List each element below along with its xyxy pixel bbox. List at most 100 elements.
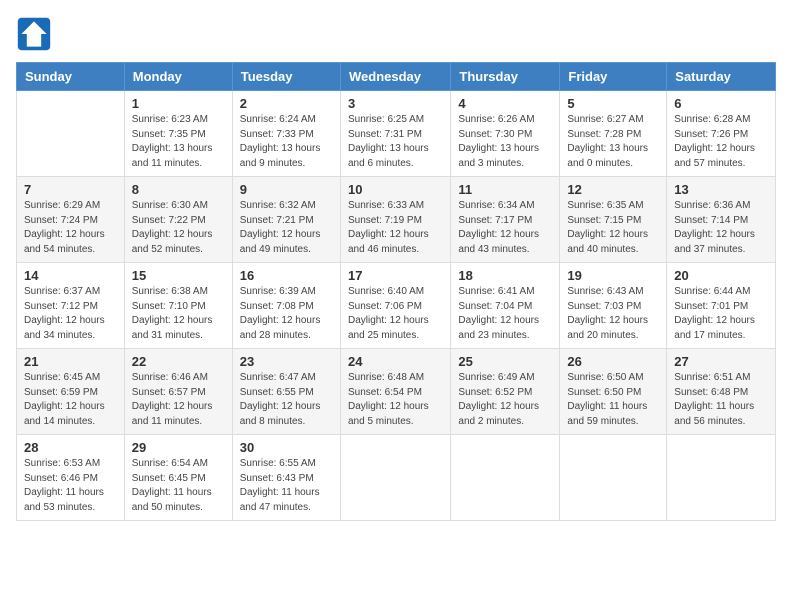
calendar-cell: 10 Sunrise: 6:33 AMSunset: 7:19 PMDayligh… <box>340 177 450 263</box>
calendar-cell: 19 Sunrise: 6:43 AMSunset: 7:03 PMDayligh… <box>560 263 667 349</box>
day-number: 28 <box>24 440 117 455</box>
day-info: Sunrise: 6:50 AMSunset: 6:50 PMDaylight:… <box>567 371 659 429</box>
logo-icon <box>16 16 52 52</box>
calendar-header-saturday: Saturday <box>667 63 776 91</box>
day-info: Sunrise: 6:41 AMSunset: 7:04 PMDaylight:… <box>458 285 552 343</box>
calendar-cell <box>560 435 667 521</box>
day-number: 7 <box>24 182 117 197</box>
day-number: 14 <box>24 268 117 283</box>
calendar-cell <box>667 435 776 521</box>
calendar-cell: 25 Sunrise: 6:49 AMSunset: 6:52 PMDayligh… <box>451 349 560 435</box>
day-info: Sunrise: 6:25 AMSunset: 7:31 PMDaylight:… <box>348 113 443 171</box>
calendar-cell: 22Sunrise: 6:46 AMSunset: 6:57 PMDayligh… <box>124 349 232 435</box>
calendar-cell: 14Sunrise: 6:37 AMSunset: 7:12 PMDayligh… <box>17 263 125 349</box>
day-number: 19 <box>567 268 659 283</box>
calendar-cell: 5 Sunrise: 6:27 AMSunset: 7:28 PMDaylight… <box>560 91 667 177</box>
day-number: 1 <box>132 96 225 111</box>
day-info: Sunrise: 6:55 AMSunset: 6:43 PMDaylight:… <box>240 457 333 515</box>
calendar-cell: 9 Sunrise: 6:32 AMSunset: 7:21 PMDaylight… <box>232 177 340 263</box>
calendar-cell: 20 Sunrise: 6:44 AMSunset: 7:01 PMDayligh… <box>667 263 776 349</box>
calendar-week-row: 28 Sunrise: 6:53 AMSunset: 6:46 PMDayligh… <box>17 435 776 521</box>
calendar-cell: 28 Sunrise: 6:53 AMSunset: 6:46 PMDayligh… <box>17 435 125 521</box>
day-info: Sunrise: 6:30 AMSunset: 7:22 PMDaylight:… <box>132 199 225 257</box>
day-number: 13 <box>674 182 768 197</box>
day-number: 10 <box>348 182 443 197</box>
day-number: 11 <box>458 182 552 197</box>
calendar-week-row: 7Sunrise: 6:29 AMSunset: 7:24 PMDaylight… <box>17 177 776 263</box>
day-info: Sunrise: 6:48 AMSunset: 6:54 PMDaylight:… <box>348 371 443 429</box>
calendar-header-wednesday: Wednesday <box>340 63 450 91</box>
day-info: Sunrise: 6:51 AMSunset: 6:48 PMDaylight:… <box>674 371 768 429</box>
calendar-cell: 30 Sunrise: 6:55 AMSunset: 6:43 PMDayligh… <box>232 435 340 521</box>
day-number: 8 <box>132 182 225 197</box>
calendar-cell: 23 Sunrise: 6:47 AMSunset: 6:55 PMDayligh… <box>232 349 340 435</box>
day-info: Sunrise: 6:44 AMSunset: 7:01 PMDaylight:… <box>674 285 768 343</box>
calendar-header-row: SundayMondayTuesdayWednesdayThursdayFrid… <box>17 63 776 91</box>
day-number: 15 <box>132 268 225 283</box>
day-number: 5 <box>567 96 659 111</box>
day-number: 30 <box>240 440 333 455</box>
calendar-cell: 26 Sunrise: 6:50 AMSunset: 6:50 PMDayligh… <box>560 349 667 435</box>
calendar-cell: 15 Sunrise: 6:38 AMSunset: 7:10 PMDayligh… <box>124 263 232 349</box>
calendar-header-monday: Monday <box>124 63 232 91</box>
logo <box>16 16 56 52</box>
calendar-header-thursday: Thursday <box>451 63 560 91</box>
day-info: Sunrise: 6:24 AMSunset: 7:33 PMDaylight:… <box>240 113 333 171</box>
day-number: 17 <box>348 268 443 283</box>
calendar-header-tuesday: Tuesday <box>232 63 340 91</box>
calendar-cell: 12 Sunrise: 6:35 AMSunset: 7:15 PMDayligh… <box>560 177 667 263</box>
calendar-cell: 17 Sunrise: 6:40 AMSunset: 7:06 PMDayligh… <box>340 263 450 349</box>
calendar-cell: 18 Sunrise: 6:41 AMSunset: 7:04 PMDayligh… <box>451 263 560 349</box>
calendar-cell: 29Sunrise: 6:54 AMSunset: 6:45 PMDayligh… <box>124 435 232 521</box>
day-number: 24 <box>348 354 443 369</box>
day-number: 18 <box>458 268 552 283</box>
calendar-cell: 24 Sunrise: 6:48 AMSunset: 6:54 PMDayligh… <box>340 349 450 435</box>
day-info: Sunrise: 6:27 AMSunset: 7:28 PMDaylight:… <box>567 113 659 171</box>
day-number: 6 <box>674 96 768 111</box>
calendar-cell: 4Sunrise: 6:26 AMSunset: 7:30 PMDaylight… <box>451 91 560 177</box>
calendar-week-row: 14Sunrise: 6:37 AMSunset: 7:12 PMDayligh… <box>17 263 776 349</box>
day-number: 22 <box>132 354 225 369</box>
day-number: 27 <box>674 354 768 369</box>
calendar-cell: 27 Sunrise: 6:51 AMSunset: 6:48 PMDayligh… <box>667 349 776 435</box>
day-number: 16 <box>240 268 333 283</box>
day-number: 20 <box>674 268 768 283</box>
calendar-cell <box>340 435 450 521</box>
day-info: Sunrise: 6:40 AMSunset: 7:06 PMDaylight:… <box>348 285 443 343</box>
day-info: Sunrise: 6:43 AMSunset: 7:03 PMDaylight:… <box>567 285 659 343</box>
day-number: 23 <box>240 354 333 369</box>
calendar-header-sunday: Sunday <box>17 63 125 91</box>
calendar-week-row: 21 Sunrise: 6:45 AMSunset: 6:59 PMDayligh… <box>17 349 776 435</box>
day-number: 26 <box>567 354 659 369</box>
day-info: Sunrise: 6:32 AMSunset: 7:21 PMDaylight:… <box>240 199 333 257</box>
day-number: 25 <box>458 354 552 369</box>
calendar-cell: 6 Sunrise: 6:28 AMSunset: 7:26 PMDaylight… <box>667 91 776 177</box>
calendar-cell: 2Sunrise: 6:24 AMSunset: 7:33 PMDaylight… <box>232 91 340 177</box>
day-number: 3 <box>348 96 443 111</box>
calendar-cell <box>451 435 560 521</box>
calendar-week-row: 1 Sunrise: 6:23 AMSunset: 7:35 PMDaylight… <box>17 91 776 177</box>
day-info: Sunrise: 6:47 AMSunset: 6:55 PMDaylight:… <box>240 371 333 429</box>
day-number: 21 <box>24 354 117 369</box>
day-info: Sunrise: 6:33 AMSunset: 7:19 PMDaylight:… <box>348 199 443 257</box>
day-info: Sunrise: 6:23 AMSunset: 7:35 PMDaylight:… <box>132 113 225 171</box>
day-info: Sunrise: 6:38 AMSunset: 7:10 PMDaylight:… <box>132 285 225 343</box>
page-header <box>16 16 776 52</box>
day-info: Sunrise: 6:49 AMSunset: 6:52 PMDaylight:… <box>458 371 552 429</box>
calendar-cell: 21 Sunrise: 6:45 AMSunset: 6:59 PMDayligh… <box>17 349 125 435</box>
day-info: Sunrise: 6:39 AMSunset: 7:08 PMDaylight:… <box>240 285 333 343</box>
calendar-cell: 3 Sunrise: 6:25 AMSunset: 7:31 PMDaylight… <box>340 91 450 177</box>
day-number: 12 <box>567 182 659 197</box>
day-number: 9 <box>240 182 333 197</box>
day-number: 4 <box>458 96 552 111</box>
calendar-cell <box>17 91 125 177</box>
calendar-table: SundayMondayTuesdayWednesdayThursdayFrid… <box>16 62 776 521</box>
day-info: Sunrise: 6:35 AMSunset: 7:15 PMDaylight:… <box>567 199 659 257</box>
calendar-cell: 13 Sunrise: 6:36 AMSunset: 7:14 PMDayligh… <box>667 177 776 263</box>
day-info: Sunrise: 6:36 AMSunset: 7:14 PMDaylight:… <box>674 199 768 257</box>
day-info: Sunrise: 6:45 AMSunset: 6:59 PMDaylight:… <box>24 371 117 429</box>
calendar-cell: 11Sunrise: 6:34 AMSunset: 7:17 PMDayligh… <box>451 177 560 263</box>
day-info: Sunrise: 6:53 AMSunset: 6:46 PMDaylight:… <box>24 457 117 515</box>
calendar-header-friday: Friday <box>560 63 667 91</box>
day-info: Sunrise: 6:28 AMSunset: 7:26 PMDaylight:… <box>674 113 768 171</box>
